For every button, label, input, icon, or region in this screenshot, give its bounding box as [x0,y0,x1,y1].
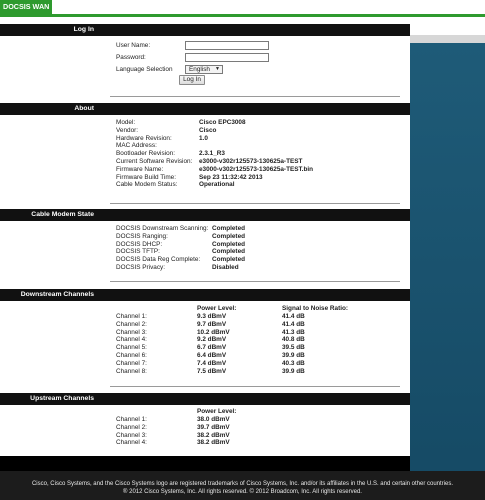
about-label: Model: [116,119,136,126]
language-select[interactable]: English ▼ [185,65,223,74]
downstream-power-value: 7.4 dBmV [197,359,227,367]
downstream-power-header: Power Level: [197,305,237,312]
section-header-upstream: Upstream Channels [0,393,410,405]
footer-copyright: ® 2012 Cisco Systems, Inc. All rights re… [123,489,362,495]
section-title-about: About [74,105,94,112]
login-button[interactable]: Log In [179,75,205,85]
language-label: Language Selection [116,66,173,73]
downstream-channel-label: Channel 8: [116,367,147,375]
downstream-snr-value: 41.3 dB [282,328,305,336]
upstream-channel-label: Channel 4: [116,439,147,447]
downstream-snr-value: 39.5 dB [282,344,305,352]
downstream-power-value: 10.2 dBmV [197,328,230,336]
about-label: Firmware Name: [116,165,164,173]
downstream-snr-value: 39.9 dB [282,367,305,375]
top-bar: DOCSIS WAN [0,0,485,18]
about-label: Cable Modem Status: [116,181,178,189]
downstream-channel-label: Channel 7: [116,359,147,367]
about-value: Cisco EPC3008 [199,119,246,126]
right-top-strip [410,17,485,35]
downstream-power-value: 9.3 dBmV [197,313,227,320]
footer: Cisco, Cisco Systems, and the Cisco Syst… [0,456,485,500]
divider [110,281,400,282]
divider [110,386,400,387]
state-value: Disabled [212,264,239,271]
about-label: MAC Address: [116,142,157,150]
about-value: 1.0 [199,134,208,142]
state-label: DOCSIS Privacy: [116,264,166,271]
downstream-channel-label: Channel 4: [116,336,147,344]
state-value: Completed [212,240,246,248]
downstream-snr-value: 41.4 dB [282,313,305,320]
section-title-login: Log In [73,26,94,33]
state-label: DOCSIS Downstream Scanning: [116,225,209,232]
upstream-power-value: 38.2 dBmV [197,439,230,447]
about-value: Sep 23 11:32:42 2013 [199,173,263,181]
about-value: e3000-v302r125573-130625a-TEST.bin [199,165,314,173]
upstream-channel-label: Channel 2: [116,423,147,431]
username-label: User Name: [116,42,151,49]
right-decoration [410,17,485,456]
downstream-power-value: 6.4 dBmV [197,352,227,359]
state-label: DOCSIS TFTP: [116,248,160,256]
state-value: Completed [212,232,246,240]
right-grey-strip [410,35,485,43]
upstream-channel-label: Channel 1: [116,416,147,423]
about-value: e3000-v302r125573-130625a-TEST [199,158,303,165]
section-header-login: Log In [0,24,410,36]
tab-docsis-wan[interactable]: DOCSIS WAN [0,0,52,14]
state-value: Completed [212,248,246,256]
section-title-cable-modem-state: Cable Modem State [31,211,94,218]
downstream-snr-value: 41.4 dB [282,320,305,328]
downstream-channel-label: Channel 5: [116,344,147,352]
downstream-power-value: 9.7 dBmV [197,320,227,328]
upstream-channel-label: Channel 3: [116,431,147,439]
upstream-power-header: Power Level: [197,408,237,415]
downstream-snr-value: 40.3 dB [282,359,305,367]
about-label: Bootloader Revision: [116,150,175,158]
about-label: Hardware Revision: [116,134,172,142]
section-title-upstream: Upstream Channels [30,395,94,402]
divider [110,203,400,204]
username-input[interactable] [185,41,269,50]
about-value: Cisco [199,126,217,134]
section-title-downstream: Downstream Channels [20,291,94,298]
footer-bar-accent [410,456,485,471]
password-label: Password: [116,54,146,61]
about-label: Current Software Revision: [116,158,193,165]
state-label: DOCSIS DHCP: [116,240,163,248]
downstream-snr-value: 40.8 dB [282,336,305,344]
about-value: Operational [199,181,235,189]
state-value: Completed [212,256,246,264]
downstream-snr-value: 39.9 dB [282,352,305,359]
about-label: Firmware Build Time: [116,173,177,181]
about-label: Vendor: [116,126,139,134]
downstream-channel-label: Channel 2: [116,320,147,328]
downstream-channel-label: Channel 3: [116,328,147,336]
downstream-snr-header: Signal to Noise Ratio: [282,305,349,312]
downstream-channel-label: Channel 6: [116,352,147,359]
state-value: Completed [212,225,246,232]
upstream-power-value: 38.2 dBmV [197,431,230,439]
upstream-power-value: 38.0 dBmV [197,416,230,423]
downstream-power-value: 7.5 dBmV [197,367,227,375]
divider [110,96,400,97]
section-header-downstream: Downstream Channels [0,289,410,301]
downstream-power-value: 9.2 dBmV [197,336,227,344]
chevron-down-icon: ▼ [215,66,220,72]
section-header-cable-modem-state: Cable Modem State [0,209,410,221]
upstream-power-value: 39.7 dBmV [197,423,230,431]
state-label: DOCSIS Data Reg Complete: [116,256,201,264]
downstream-power-value: 6.7 dBmV [197,344,227,352]
downstream-channel-label: Channel 1: [116,313,147,320]
about-value: 2.3.1_R3 [199,150,225,158]
language-select-value: English [189,66,210,73]
password-input[interactable] [185,53,269,62]
footer-trademark: Cisco, Cisco Systems, and the Cisco Syst… [31,481,454,487]
left-column [0,17,100,456]
section-header-about: About [0,103,410,115]
state-label: DOCSIS Ranging: [116,232,168,240]
